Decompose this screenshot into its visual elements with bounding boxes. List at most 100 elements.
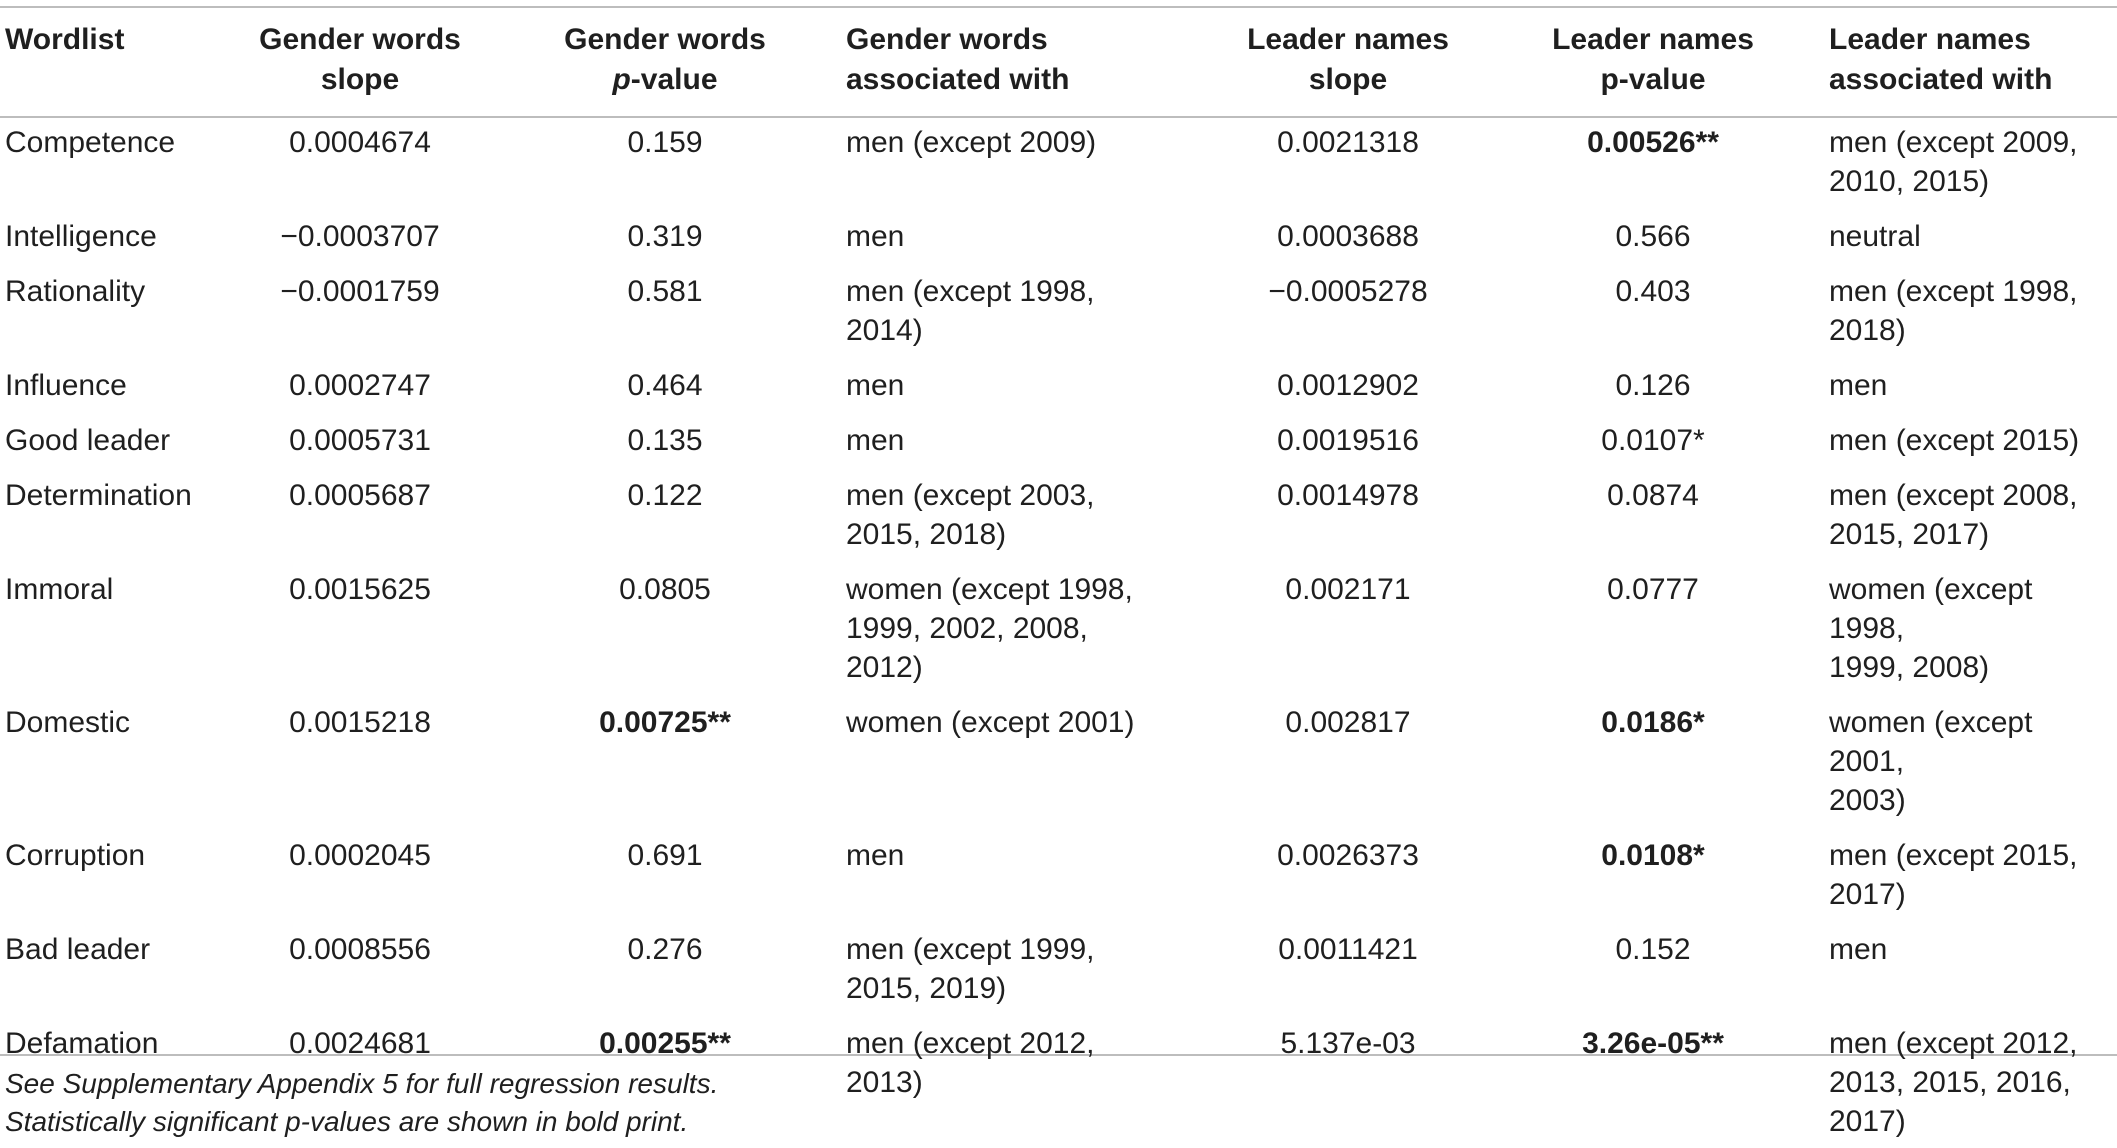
header-line: associated with xyxy=(846,63,1070,96)
table-note: Statistically significant p-values are s… xyxy=(5,1106,689,1137)
header-line: Gender words xyxy=(846,23,1048,56)
gender-p-value-cell: 0.464 xyxy=(490,357,840,412)
cell-line: 0.319 xyxy=(627,220,703,253)
gender-slope-cell: 0.0004674 xyxy=(230,114,490,208)
header-line: p-value xyxy=(1600,63,1706,96)
cell-line: −0.0003707 xyxy=(280,220,440,253)
cell-line: 0.0777 xyxy=(1607,573,1699,606)
cell-line: 0.135 xyxy=(627,424,703,457)
gender-p-value-cell: 0.00725** xyxy=(490,694,840,827)
header-line: p-value xyxy=(612,63,718,96)
wordlist-cell: Competence xyxy=(0,114,230,208)
cell-line: 0.159 xyxy=(627,126,703,159)
table-note: See Supplementary Appendix 5 for full re… xyxy=(5,1068,719,1099)
cell-line: 0.00526** xyxy=(1587,126,1719,159)
cell-line: 0.126 xyxy=(1615,369,1691,402)
header-row: Wordlist Gender words slope Gender words p-v… xyxy=(0,8,2117,114)
cell-line: 0.0024681 xyxy=(289,1027,431,1060)
cell-line: 0.0186* xyxy=(1601,706,1705,739)
header-line: slope xyxy=(1308,63,1388,96)
results-table: Wordlist Gender words slope Gender words p-v… xyxy=(0,8,2117,1148)
cell-line: men (except 2003, xyxy=(846,479,1095,512)
gender-slope-cell: 0.0002747 xyxy=(230,357,490,412)
gender-p-value-cell: 0.0805 xyxy=(490,561,840,694)
leader-associated-cell: men (except 2009, 2010, 2015) xyxy=(1823,114,2117,208)
leader-slope-cell: 0.0003688 xyxy=(1213,208,1483,263)
gender-associated-cell: men xyxy=(840,412,1213,467)
cell-line: 0.0005731 xyxy=(289,424,431,457)
leader-p-value-cell: 3.26e-05** xyxy=(1483,1015,1823,1148)
header-gender-words-associated-with: Gender words associated with xyxy=(840,8,1213,114)
table-header: Wordlist Gender words slope Gender words p-v… xyxy=(0,8,2117,114)
cell-line: 1999, 2002, 2008, xyxy=(846,612,1088,645)
leader-associated-cell: men (except 1998, 2018) xyxy=(1823,263,2117,357)
cell-line: 2015, 2017) xyxy=(1829,518,1990,551)
cell-line: 2013, 2015, 2016, xyxy=(1829,1066,2071,1099)
cell-line: Immoral xyxy=(5,573,114,606)
cell-line: Competence xyxy=(5,126,176,159)
header-leader-names-p-value: Leader names p-value xyxy=(1483,8,1823,114)
cell-line: Influence xyxy=(5,369,127,402)
cell-line: men xyxy=(846,220,905,253)
wordlist-cell: Determination xyxy=(0,467,230,561)
table-row: Determination 0.0005687 0.122 men (except 2… xyxy=(0,467,2117,561)
gender-slope-cell: −0.0001759 xyxy=(230,263,490,357)
leader-associated-cell: women (except 1998, 1999, 2008) xyxy=(1823,561,2117,694)
leader-slope-cell: 0.002817 xyxy=(1213,694,1483,827)
leader-slope-cell: 5.137e-03 xyxy=(1213,1015,1483,1148)
cell-line: 0.002817 xyxy=(1285,706,1411,739)
cell-line: men xyxy=(846,839,905,872)
cell-line: 0.0015218 xyxy=(289,706,431,739)
cell-line: 0.0026373 xyxy=(1277,839,1419,872)
cell-line: Intelligence xyxy=(5,220,157,253)
cell-line: 2017) xyxy=(1829,878,1906,911)
cell-line: 0.0008556 xyxy=(289,933,431,966)
cell-line: 0.122 xyxy=(627,479,703,512)
gender-slope-cell: 0.0008556 xyxy=(230,921,490,1015)
cell-line: Domestic xyxy=(5,706,131,739)
header-line: slope xyxy=(320,63,400,96)
leader-slope-cell: 0.0026373 xyxy=(1213,827,1483,921)
cell-line: men (except 2015, xyxy=(1829,839,2078,872)
wordlist-cell: Intelligence xyxy=(0,208,230,263)
header-line: Leader names xyxy=(1247,23,1449,56)
cell-line: men (except 2009, xyxy=(1829,126,2078,159)
cell-line: 0.0003688 xyxy=(1277,220,1419,253)
table-row: Corruption 0.0002045 0.691 men 0.0026373 0.01… xyxy=(0,827,2117,921)
cell-line: 0.0015625 xyxy=(289,573,431,606)
wordlist-cell: Domestic xyxy=(0,694,230,827)
leader-slope-cell: 0.0021318 xyxy=(1213,114,1483,208)
cell-line: men (except 2008, xyxy=(1829,479,2078,512)
header-gender-words-slope: Gender words slope xyxy=(230,8,490,114)
cell-line: women (except 1998, xyxy=(846,573,1133,606)
cell-line: 2017) xyxy=(1829,1105,1906,1138)
gender-associated-cell: men (except 2012, 2013) xyxy=(840,1015,1213,1148)
cell-line: 2010, 2015) xyxy=(1829,165,1990,198)
table-row: Immoral 0.0015625 0.0805 women (except 1998… xyxy=(0,561,2117,694)
cell-line: 0.0108* xyxy=(1601,839,1705,872)
cell-line: 0.0107* xyxy=(1601,424,1705,457)
leader-p-value-cell: 0.403 xyxy=(1483,263,1823,357)
cell-line: Rationality xyxy=(5,275,146,308)
gender-p-value-cell: 0.691 xyxy=(490,827,840,921)
cell-line: men (except 2009) xyxy=(846,126,1097,159)
table-row: Rationality −0.0001759 0.581 men (except 19… xyxy=(0,263,2117,357)
cell-line: 0.0805 xyxy=(619,573,711,606)
italic-p: p xyxy=(612,63,631,96)
leader-slope-cell: 0.002171 xyxy=(1213,561,1483,694)
gender-associated-cell: men xyxy=(840,208,1213,263)
header-wordlist: Wordlist xyxy=(0,8,230,114)
table-row: Competence 0.0004674 0.159 men (except 2009… xyxy=(0,114,2117,208)
leader-p-value-cell: 0.0874 xyxy=(1483,467,1823,561)
leader-p-value-cell: 0.0108* xyxy=(1483,827,1823,921)
cell-line: 0.0004674 xyxy=(289,126,431,159)
leader-associated-cell: women (except 2001, 2003) xyxy=(1823,694,2117,827)
cell-line: 0.002171 xyxy=(1285,573,1411,606)
gender-slope-cell: −0.0003707 xyxy=(230,208,490,263)
cell-line: men xyxy=(846,424,905,457)
wordlist-cell: Rationality xyxy=(0,263,230,357)
leader-slope-cell: 0.0019516 xyxy=(1213,412,1483,467)
cell-line: Good leader xyxy=(5,424,171,457)
header-leader-names-slope: Leader names slope xyxy=(1213,8,1483,114)
cell-line: men (except 1998, xyxy=(846,275,1095,308)
